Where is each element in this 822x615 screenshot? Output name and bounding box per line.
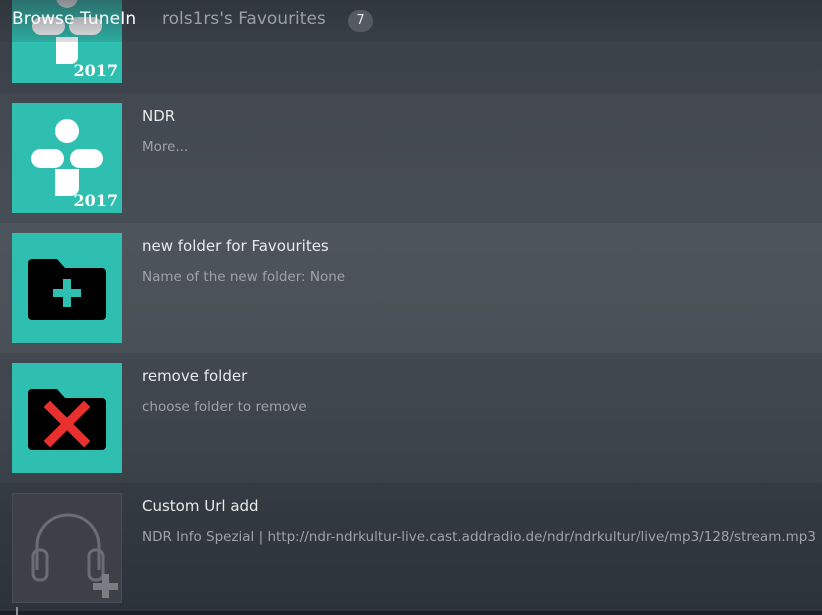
list-item-custom-url[interactable]: Custom Url add NDR Info Spezial | http:/… [0, 483, 822, 613]
item-subtitle: Name of the new folder: None [142, 269, 346, 285]
item-subtitle: More... [142, 139, 189, 155]
list-item-new-folder[interactable]: new folder for Favourites Name of the ne… [0, 223, 822, 353]
top-bar: Browse TuneIn rols1rs's Favourites 7 [0, 0, 822, 42]
bottom-divider [0, 611, 822, 615]
list-item-remove-folder[interactable]: remove folder choose folder to remove [0, 353, 822, 483]
app-title[interactable]: Browse TuneIn [12, 9, 136, 29]
item-subtitle: NDR Info Spezial | http://ndr-ndrkultur-… [142, 529, 816, 545]
scroll-indicator [16, 607, 18, 615]
headphones-add-icon [12, 493, 122, 603]
item-title: remove folder [142, 367, 248, 385]
year-label: 2017 [73, 61, 118, 80]
item-subtitle: choose folder to remove [142, 399, 307, 415]
item-title: NDR [142, 107, 176, 125]
list-item-ndr[interactable]: 2017 NDR More... [0, 93, 822, 223]
breadcrumb[interactable]: rols1rs's Favourites [162, 9, 326, 29]
folder-remove-icon [12, 363, 122, 473]
favourites-list: 2017 2017 NDR More... new folder for Fav… [0, 0, 822, 615]
item-count-badge: 7 [348, 10, 373, 32]
item-title: Custom Url add [142, 497, 259, 515]
year-label: 2017 [73, 191, 118, 210]
tunein-logo-icon: 2017 [12, 103, 122, 213]
item-title: new folder for Favourites [142, 237, 329, 255]
folder-add-icon [12, 233, 122, 343]
